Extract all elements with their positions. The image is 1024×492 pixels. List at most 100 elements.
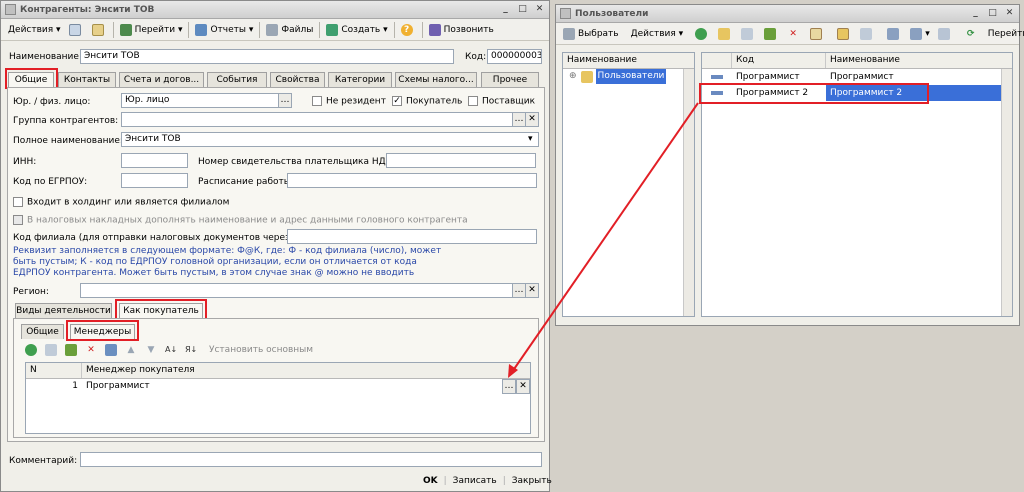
minimize-icon[interactable]: _ [500, 4, 511, 15]
tab-tax-schemes[interactable]: Схемы налого... [395, 72, 477, 87]
branch-input[interactable] [287, 229, 537, 244]
inner-tab-general[interactable]: Общие [21, 324, 64, 339]
comment-label: Комментарий: [9, 456, 78, 466]
maximize-icon[interactable]: □ [987, 8, 998, 19]
buyer-checkbox[interactable]: ✓ Покупатель [392, 96, 462, 107]
region-clear-button[interactable]: ✕ [525, 283, 539, 298]
entity-input[interactable]: Юр. лицо [121, 93, 279, 108]
move-down-icon[interactable]: ▼ [145, 344, 157, 356]
schedule-input[interactable] [287, 173, 537, 188]
col-n[interactable]: N [26, 363, 82, 378]
user-icon [711, 75, 723, 79]
col-code[interactable]: Код [732, 53, 826, 68]
users-window: Пользователи _ □ ✕ Выбрать Действия ▾ ✕ … [555, 4, 1024, 326]
tab-other[interactable]: Прочее [481, 72, 539, 87]
invoice-box[interactable] [13, 215, 23, 225]
close-icon[interactable]: ✕ [534, 4, 545, 15]
tree-scrollbar[interactable] [683, 69, 694, 316]
supplier-checkbox[interactable]: Поставщик [468, 96, 535, 107]
clear-filter-icon[interactable] [934, 25, 957, 43]
edrpou-label: Код по ЕГРПОУ: [13, 177, 88, 187]
filter-icon[interactable] [883, 25, 906, 43]
highlight-general-tab [5, 68, 58, 89]
move-up-icon[interactable]: ▲ [125, 344, 137, 356]
nonresident-box[interactable] [312, 96, 322, 106]
add-folder-icon[interactable] [714, 25, 737, 43]
edit-icon[interactable] [760, 25, 783, 43]
tab-contacts[interactable]: Контакты [58, 72, 116, 87]
code-input[interactable]: 000000003 [487, 49, 542, 64]
tab-events[interactable]: События [207, 72, 267, 87]
name-input[interactable]: Энсити ТОВ [80, 49, 454, 64]
sort-desc-icon[interactable]: Я↓ [185, 344, 197, 356]
manager-select-button[interactable]: … [502, 379, 516, 394]
tree-item[interactable]: ⊕ Пользователи [563, 69, 694, 84]
region-input[interactable] [80, 283, 513, 298]
group-clear-button[interactable]: ✕ [525, 112, 539, 127]
buyer-box[interactable]: ✓ [392, 96, 402, 106]
maximize-icon[interactable]: □ [517, 4, 528, 15]
entity-select-button[interactable]: … [278, 93, 292, 108]
region-select-button[interactable]: … [512, 283, 526, 298]
manager-clear-button[interactable]: ✕ [516, 379, 530, 394]
add-icon[interactable] [691, 25, 714, 43]
supplier-box[interactable] [468, 96, 478, 106]
reports-menu[interactable]: Отчеты ▾ [191, 21, 257, 39]
sort-asc-icon[interactable]: A↓ [165, 344, 177, 356]
tab-categories[interactable]: Категории [328, 72, 392, 87]
close-icon[interactable]: ✕ [1004, 8, 1015, 19]
tab-activities[interactable]: Виды деятельности [15, 303, 112, 318]
delete-icon[interactable]: ✕ [85, 344, 97, 356]
fullname-dropdown-icon[interactable]: ▾ [528, 134, 533, 144]
fullname-input[interactable]: Энсити ТОВ [121, 132, 539, 147]
copy2-icon[interactable] [88, 21, 111, 39]
edrpou-input[interactable] [121, 173, 188, 188]
mark-delete-icon[interactable] [806, 25, 829, 43]
holding-box[interactable] [13, 197, 23, 207]
nonresident-checkbox[interactable]: Не резидент [312, 96, 386, 107]
copy-icon[interactable] [737, 25, 760, 43]
copy-row-icon[interactable] [45, 344, 57, 356]
delete-icon[interactable]: ✕ [783, 25, 806, 43]
help-icon[interactable]: ? [397, 21, 420, 39]
filter-list-icon[interactable]: ▾ [906, 25, 934, 43]
level-up-icon[interactable] [856, 25, 879, 43]
set-main-button[interactable]: Установить основным [209, 345, 313, 355]
create-menu[interactable]: Создать ▾ [322, 21, 391, 39]
list-scrollbar[interactable] [1001, 69, 1012, 316]
col-manager[interactable]: Менеджер покупателя [82, 363, 530, 378]
comment-input[interactable] [80, 452, 542, 467]
users-title: Пользователи [575, 8, 649, 19]
invoice-checkbox[interactable]: В налоговых накладных дополнять наименов… [13, 215, 468, 226]
copy-icon[interactable] [65, 21, 88, 39]
col-name[interactable]: Наименование [826, 53, 1012, 68]
vat-input[interactable] [386, 153, 536, 168]
inn-input[interactable] [121, 153, 188, 168]
group-select-button[interactable]: … [512, 112, 526, 127]
add-icon[interactable] [25, 344, 37, 356]
goto-menu[interactable]: Перейти ▾ [116, 21, 187, 39]
minimize-icon[interactable]: _ [970, 8, 981, 19]
users-goto-menu[interactable]: Перейти ▾ [984, 25, 1024, 43]
users-actions-menu[interactable]: Действия ▾ [627, 25, 688, 43]
files-button[interactable]: Файлы [262, 21, 317, 39]
close-button[interactable]: Закрыть [512, 476, 552, 486]
row-manager[interactable]: Программист [82, 379, 502, 394]
actions-menu[interactable]: Действия ▾ [4, 21, 65, 39]
edit-icon[interactable] [65, 344, 77, 356]
refresh-icon[interactable]: ⟳ [961, 25, 984, 43]
tab-properties[interactable]: Свойства [270, 72, 325, 87]
save-button[interactable]: Записать [453, 476, 497, 486]
ok-button[interactable]: OK [423, 476, 438, 486]
tree-header[interactable]: Наименование [563, 53, 694, 69]
save-icon[interactable] [105, 344, 117, 356]
hierarchy-icon[interactable] [833, 25, 856, 43]
table-row[interactable]: 1 Программист … ✕ [26, 379, 530, 394]
pick-button[interactable]: Выбрать [559, 25, 623, 43]
holding-checkbox[interactable]: Входит в холдинг или является филиалом [13, 197, 229, 208]
schedule-label: Расписание работы: [198, 177, 294, 187]
group-input[interactable] [121, 112, 513, 127]
expand-icon[interactable]: ⊕ [569, 69, 577, 84]
tab-accounts[interactable]: Счета и догов... [119, 72, 204, 87]
call-button[interactable]: Позвонить [425, 21, 498, 39]
